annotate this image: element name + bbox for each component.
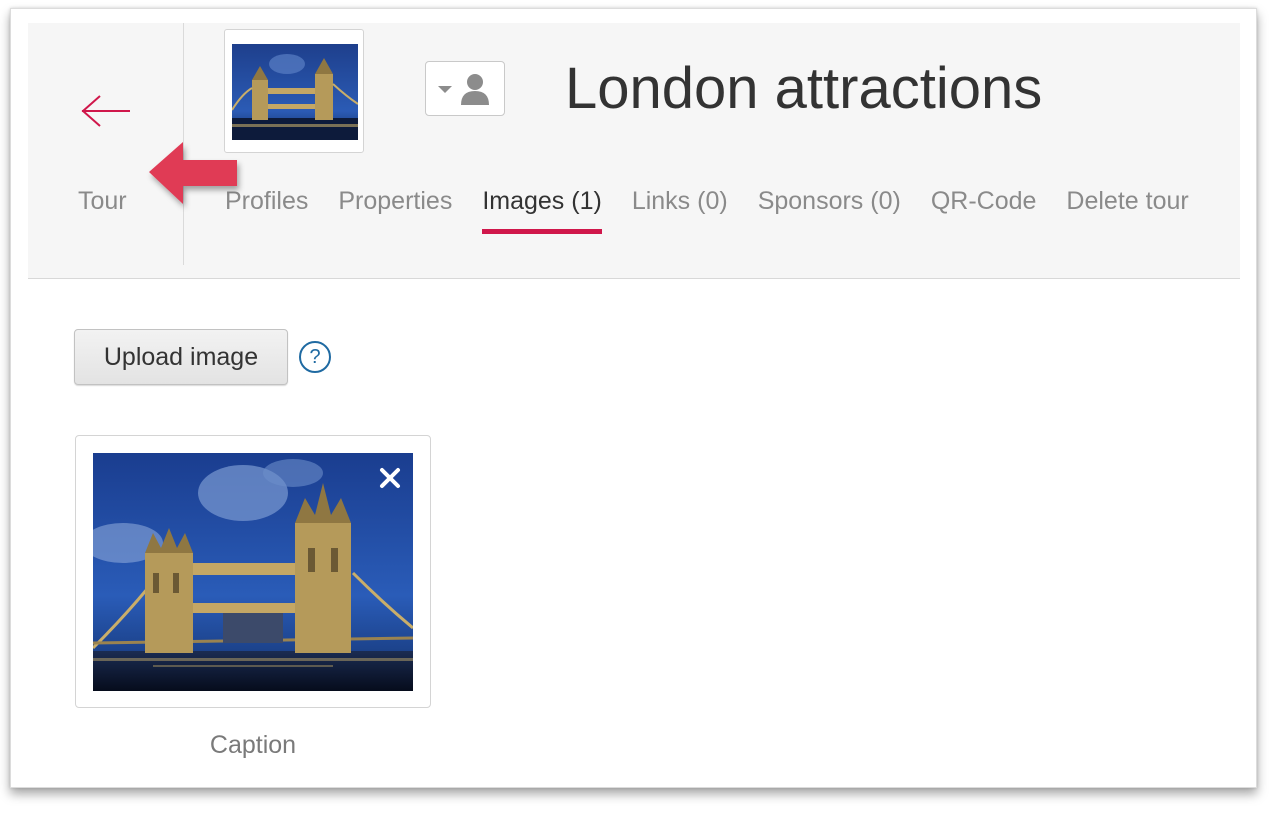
- question-circle-icon[interactable]: ?: [299, 341, 331, 373]
- user-icon: [461, 74, 489, 105]
- arrow-left-icon[interactable]: [80, 93, 132, 129]
- close-icon[interactable]: [378, 466, 402, 490]
- tab-delete-tour[interactable]: Delete tour: [1066, 187, 1188, 234]
- back-tour-link[interactable]: Tour: [78, 187, 127, 216]
- tab-qr-code[interactable]: QR-Code: [931, 187, 1037, 234]
- upload-image-button[interactable]: Upload image: [74, 329, 288, 385]
- tab-properties[interactable]: Properties: [338, 187, 452, 234]
- tour-thumbnail[interactable]: [224, 29, 364, 153]
- page-title: London attractions: [565, 56, 1043, 121]
- image-caption[interactable]: Caption: [75, 731, 431, 760]
- tab-links[interactable]: Links (0): [632, 187, 728, 234]
- tab-bar: Profiles Properties Images (1) Links (0)…: [225, 187, 1189, 234]
- tab-sponsors[interactable]: Sponsors (0): [758, 187, 901, 234]
- gallery-image-card[interactable]: [75, 435, 431, 708]
- caret-down-icon: [438, 86, 452, 93]
- gallery-image: [93, 453, 413, 691]
- profile-dropdown-button[interactable]: [425, 61, 505, 116]
- screenshot-frame: Tour London attractions Profiles Propert…: [10, 8, 1257, 788]
- tour-thumbnail-image: [232, 44, 358, 140]
- tab-images[interactable]: Images (1): [482, 187, 603, 234]
- callout-arrow-icon: [149, 142, 237, 204]
